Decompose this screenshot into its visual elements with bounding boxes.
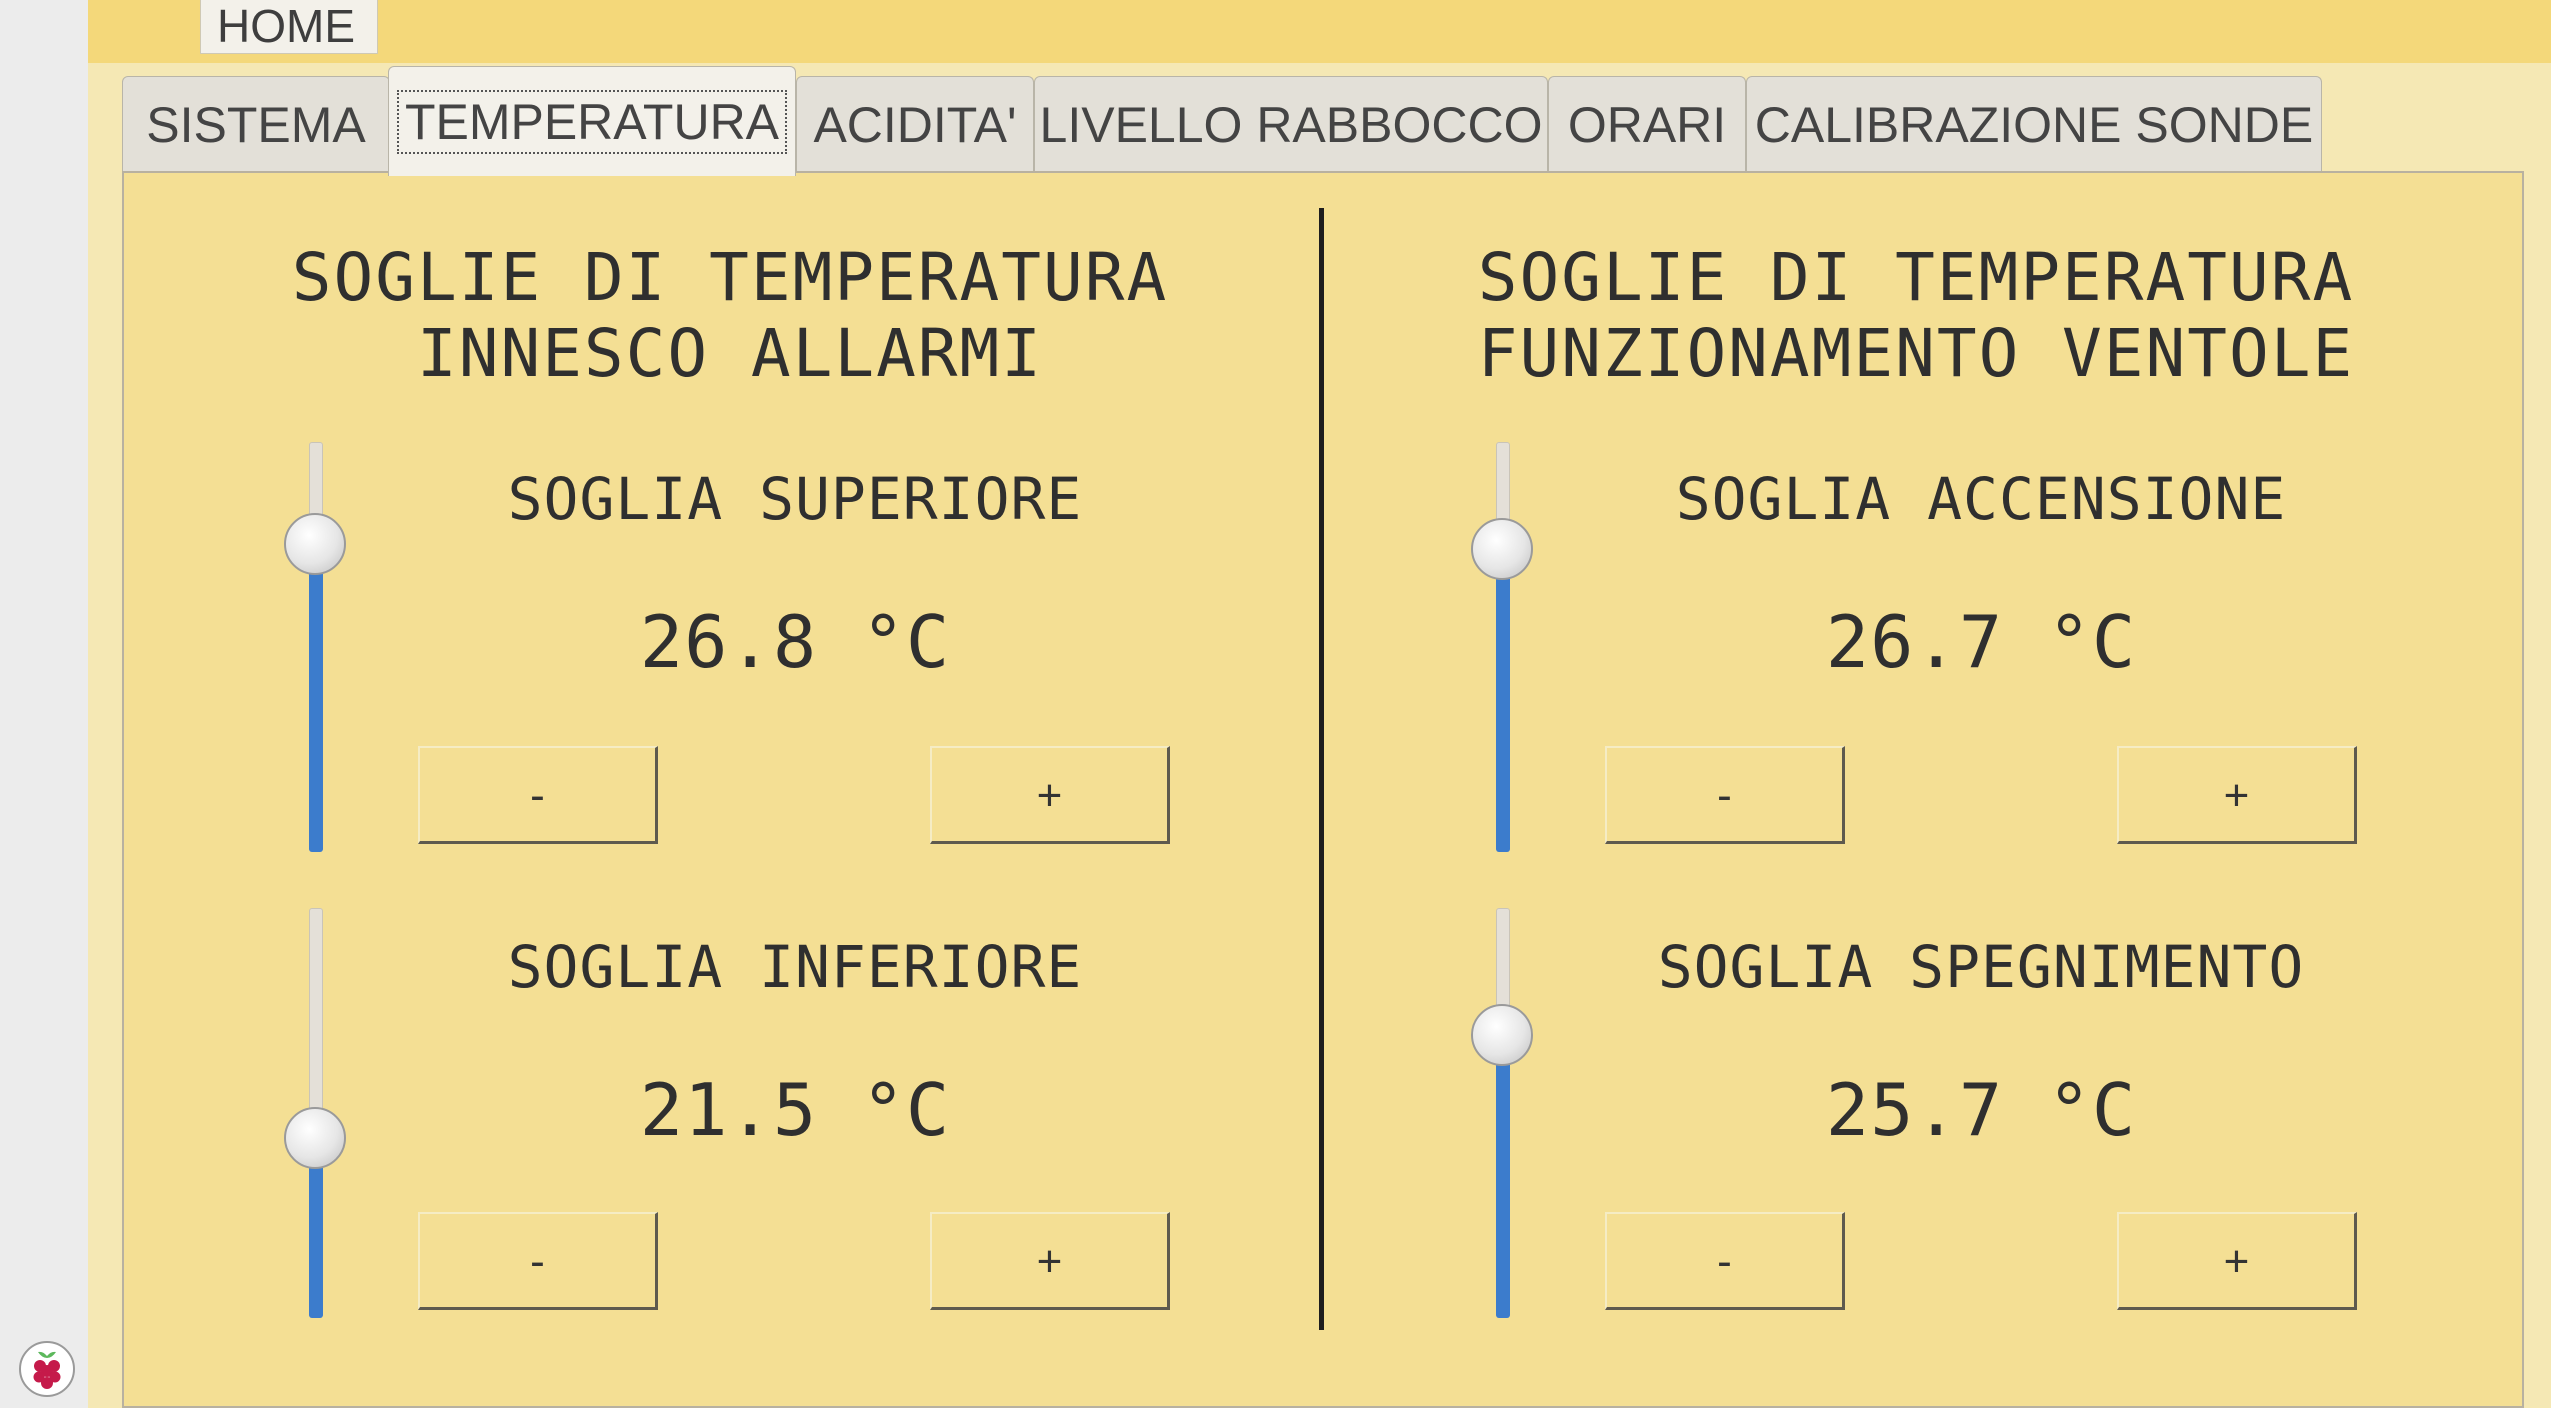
slider-fill [1496,1035,1510,1318]
fan-on-threshold-label: SOGLIA ACCENSIONE [1675,465,2287,533]
fan-off-threshold-increase-button[interactable]: + [2117,1212,2357,1310]
tab-label: ORARI [1567,97,1727,153]
fan-off-threshold-label: SOGLIA SPEGNIMENTO [1657,933,2305,1001]
home-tab[interactable]: HOME [200,0,378,54]
fan-off-threshold-slider[interactable] [1467,908,1537,1318]
slider-handle[interactable] [1471,518,1533,580]
lower-threshold-slider[interactable] [280,908,350,1318]
upper-threshold-increase-button[interactable]: + [930,746,1170,844]
taskbar [0,0,89,1408]
raspberry-pi-icon[interactable] [18,1338,76,1398]
slider-fill [1496,549,1510,852]
upper-threshold-value: 26.8 °C [639,600,951,684]
lower-threshold-value: 21.5 °C [639,1068,951,1152]
fan-on-threshold-decrease-button[interactable]: - [1605,746,1845,844]
fan-on-threshold-slider[interactable] [1467,442,1537,852]
slider-handle[interactable] [284,1107,346,1169]
fan-on-threshold-value: 26.7 °C [1825,600,2137,684]
lower-threshold-increase-button[interactable]: + [930,1212,1170,1310]
fan-on-threshold-increase-button[interactable]: + [2117,746,2357,844]
slider-fill [309,544,323,852]
upper-threshold-decrease-button[interactable]: - [418,746,658,844]
tab-temperatura[interactable]: TEMPERATURA [388,66,796,176]
tab-label: TEMPERATURA [396,90,788,154]
tab-label: CALIBRAZIONE SONDE [1754,97,2314,153]
slider-handle[interactable] [284,513,346,575]
tab-sistema[interactable]: SISTEMA [122,76,390,172]
upper-threshold-slider[interactable] [280,442,350,852]
fans-section-title: SOGLIE DI TEMPERATURA FUNZIONAMENTO VENT… [1477,239,2355,392]
slider-handle[interactable] [1471,1004,1533,1066]
home-bar: HOME [88,0,2551,63]
tab-acidita[interactable]: ACIDITA' [796,76,1034,172]
lower-threshold-label: SOGLIA INFERIORE [507,933,1083,1001]
upper-threshold-label: SOGLIA SUPERIORE [507,465,1083,533]
lower-threshold-decrease-button[interactable]: - [418,1212,658,1310]
app-screen: HOME SISTEMA TEMPERATURA ACIDITA' LIVELL… [0,0,2551,1408]
alarms-section-title: SOGLIE DI TEMPERATURA INNESCO ALLARMI [291,239,1169,392]
fan-off-threshold-value: 25.7 °C [1825,1068,2137,1152]
tab-livello-rabbocco[interactable]: LIVELLO RABBOCCO [1034,76,1548,172]
tab-label: LIVELLO RABBOCCO [1039,97,1543,153]
tab-label: ACIDITA' [813,97,1017,153]
tab-orari[interactable]: ORARI [1548,76,1746,172]
tab-calibrazione-sonde[interactable]: CALIBRAZIONE SONDE [1746,76,2322,172]
section-divider [1319,208,1324,1330]
tab-label: SISTEMA [146,97,366,153]
fan-off-threshold-decrease-button[interactable]: - [1605,1212,1845,1310]
